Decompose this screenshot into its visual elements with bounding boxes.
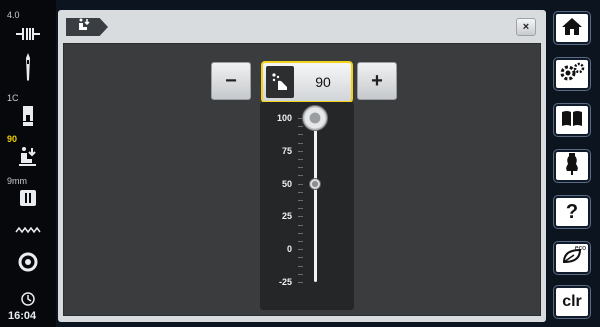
tick-mark [298, 159, 303, 160]
default-marker [309, 177, 321, 190]
tick-mark [298, 175, 303, 176]
home-button[interactable] [554, 12, 590, 44]
presser-foot-label: 1C [7, 93, 19, 103]
function-sidebar: ? eco clr [548, 0, 600, 327]
pressure-value: 90 [315, 74, 331, 90]
tick-mark [298, 225, 303, 226]
tick-mark [298, 134, 303, 135]
tick-mark [298, 167, 303, 168]
tick-mark [298, 151, 303, 152]
tick-label: 0 [286, 244, 292, 255]
decrease-button[interactable]: − [211, 62, 251, 100]
pressure-value-field[interactable]: 90 [261, 61, 353, 103]
dialog-tab [66, 18, 108, 36]
stitch-width-label: 4.0 [7, 10, 20, 20]
clock-time: 16:04 [8, 310, 37, 322]
tick-mark [298, 233, 303, 234]
dialog-body: − 90 + 100 75 50 25 0 -25 [63, 43, 541, 316]
needle-icon[interactable] [14, 52, 42, 82]
tick-mark [298, 249, 303, 250]
stitch-width-icon[interactable] [14, 22, 42, 46]
bobbin-icon[interactable] [14, 250, 42, 274]
eco-label: eco [574, 245, 586, 252]
tick-mark [298, 274, 303, 275]
book-icon [560, 109, 584, 132]
clear-label: clr [562, 293, 582, 310]
tick-mark [298, 184, 303, 185]
dress-form-icon [564, 152, 580, 181]
presser-foot-pressure-dialog: × − 90 + 100 75 50 25 0 -25 [58, 10, 546, 322]
slider-knob[interactable] [302, 105, 328, 131]
increase-button[interactable]: + [357, 62, 397, 100]
tick-label: 100 [276, 113, 292, 123]
tick-mark [298, 241, 303, 242]
stitch-plate-icon[interactable] [14, 186, 42, 210]
tick-mark [298, 266, 303, 267]
pressure-slider[interactable]: 100 75 50 25 0 -25 [260, 102, 354, 310]
tick-label: 50 [281, 178, 292, 189]
presser-foot-pressure-icon [266, 66, 294, 98]
stitch-pattern-icon[interactable] [14, 218, 42, 242]
help-button[interactable]: ? [554, 196, 590, 228]
eco-button[interactable]: eco [554, 242, 590, 274]
home-icon [561, 16, 583, 41]
presser-foot-pressure-label: 90 [7, 134, 18, 144]
dialog-header: × [58, 10, 546, 44]
clear-button[interactable]: clr [554, 286, 590, 318]
slider-track[interactable] [314, 116, 317, 282]
stitch-length-label: 9mm [7, 176, 27, 186]
tick-label: 75 [281, 145, 292, 156]
tick-mark [298, 143, 303, 144]
tick-mark [298, 200, 303, 201]
status-sidebar: 4.0 1C 90 9mm 16:04 [0, 0, 56, 327]
tick-label: -25 [278, 277, 292, 287]
close-button[interactable]: × [516, 18, 536, 36]
tick-mark [298, 216, 303, 217]
tick-label: 25 [281, 211, 292, 222]
presser-foot-pressure-icon[interactable] [14, 144, 42, 168]
clock-icon [14, 290, 42, 308]
tick-mark [298, 282, 303, 283]
tick-mark [298, 208, 303, 209]
tick-mark [298, 257, 303, 258]
sewing-consultant-button[interactable] [554, 150, 590, 182]
tutorial-button[interactable] [554, 104, 590, 136]
tick-mark [298, 192, 303, 193]
settings-button[interactable] [554, 58, 590, 90]
presser-foot-icon[interactable] [14, 104, 42, 128]
help-icon: ? [565, 200, 579, 223]
settings-icon [559, 62, 585, 87]
tick-mark [298, 126, 303, 127]
presser-foot-pressure-icon [76, 18, 92, 36]
